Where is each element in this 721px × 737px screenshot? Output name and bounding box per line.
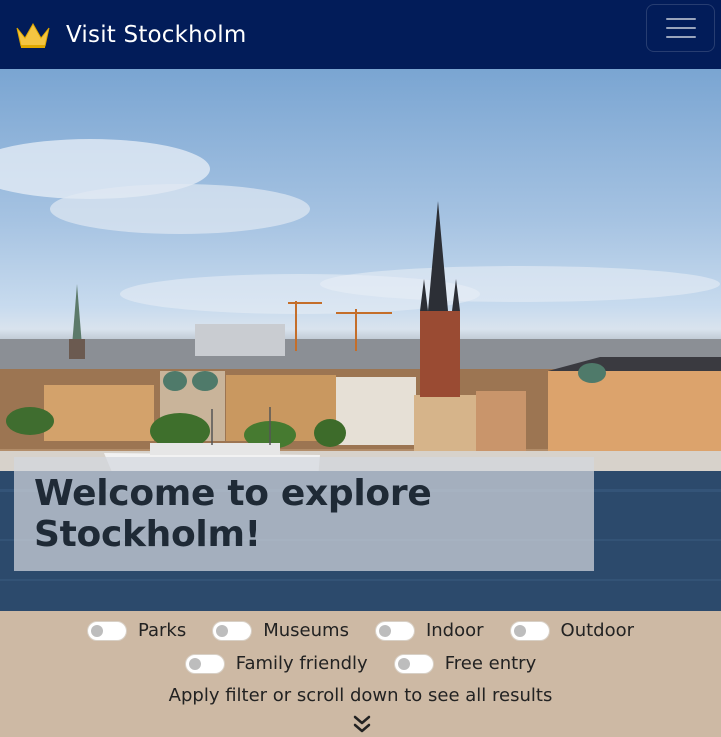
toggle-switch[interactable] [212, 620, 253, 641]
filter-panel: Parks Museums Indoor Outdoor Family frie… [0, 611, 721, 737]
filter-parks[interactable]: Parks [86, 620, 187, 641]
filter-hint-text: Apply filter or scroll down to see all r… [168, 685, 553, 706]
hamburger-line [665, 27, 696, 29]
hero-section: Welcome to explore Stockholm! [0, 69, 721, 611]
toggle-switch[interactable] [184, 653, 225, 674]
filter-label: Outdoor [560, 620, 635, 641]
brand-link[interactable]: Visit Stockholm [14, 20, 246, 50]
filter-indoor[interactable]: Indoor [374, 620, 484, 641]
welcome-heading: Welcome to explore Stockholm! [34, 473, 432, 555]
filter-label: Family friendly [235, 653, 368, 674]
hamburger-menu-icon [665, 18, 696, 20]
navbar: Visit Stockholm [0, 0, 721, 69]
filter-free-entry[interactable]: Free entry [393, 653, 537, 674]
toggle-switch[interactable] [509, 620, 550, 641]
toggle-switch[interactable] [86, 620, 127, 641]
filter-outdoor[interactable]: Outdoor [509, 620, 635, 641]
crown-icon [16, 22, 50, 48]
toggle-switch[interactable] [374, 620, 415, 641]
filter-label: Parks [137, 620, 187, 641]
filter-label: Indoor [425, 620, 484, 641]
filter-row: Parks Museums Indoor Outdoor [0, 620, 721, 641]
toggle-switch[interactable] [393, 653, 434, 674]
filter-museums[interactable]: Museums [212, 620, 349, 641]
welcome-banner: Welcome to explore Stockholm! [14, 457, 594, 571]
brand-title: Visit Stockholm [66, 21, 247, 48]
filter-family-friendly[interactable]: Family friendly [184, 653, 368, 674]
filter-label: Museums [263, 620, 349, 641]
double-chevron-down-icon[interactable] [351, 714, 373, 734]
filter-row: Family friendly Free entry [0, 653, 721, 674]
hamburger-line [665, 36, 696, 38]
navbar-toggler-button[interactable] [646, 4, 715, 52]
filter-label: Free entry [444, 653, 537, 674]
